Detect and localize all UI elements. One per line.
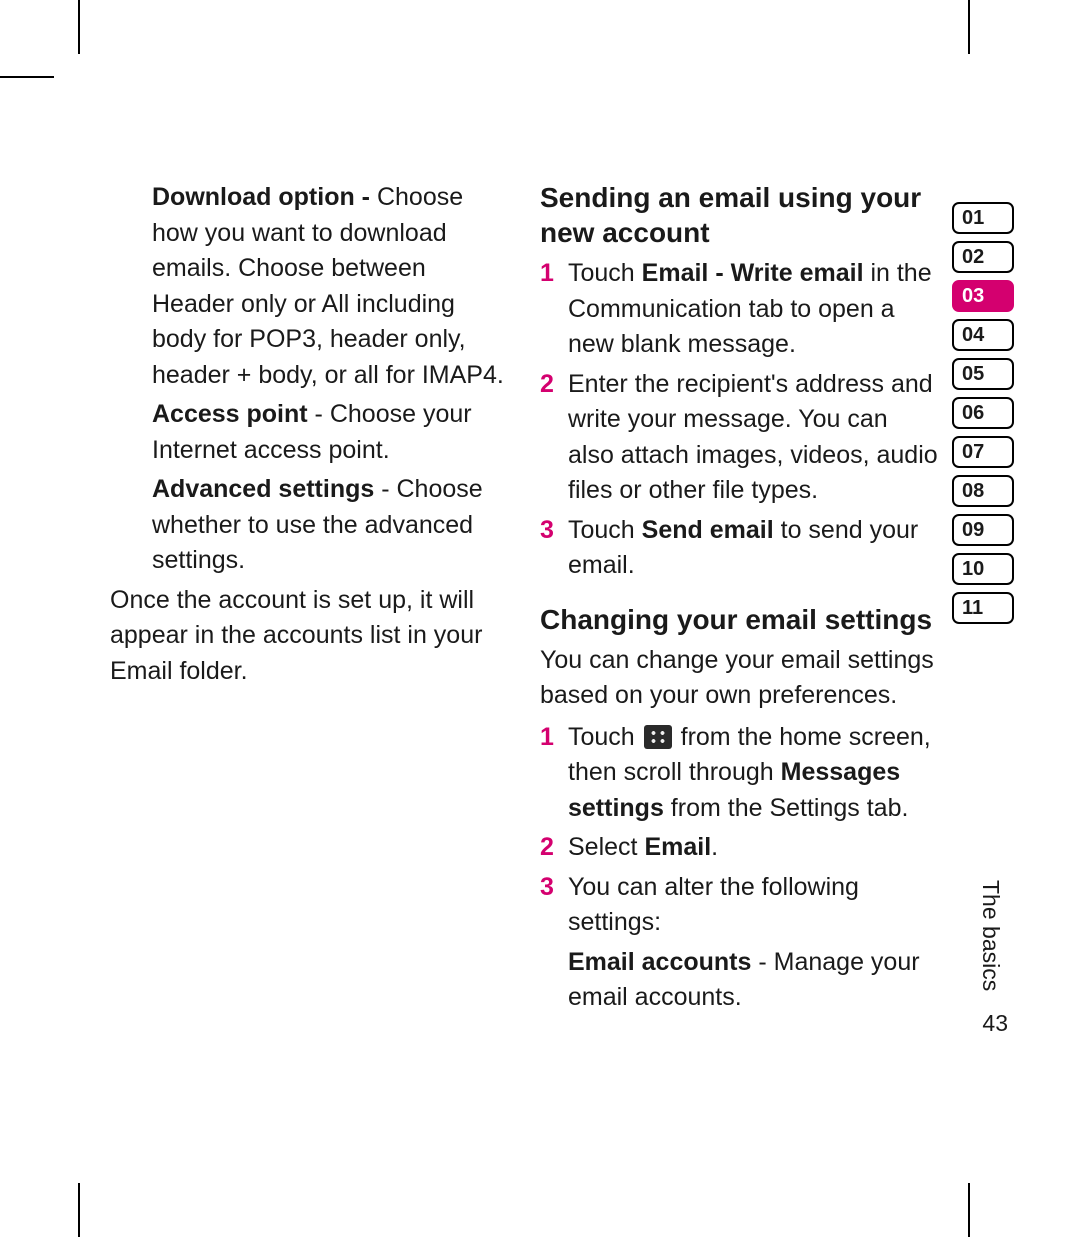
access-point-paragraph: Access point - Choose your Internet acce… xyxy=(110,397,510,468)
crop-mark xyxy=(968,1183,970,1237)
step-item: 3 You can alter the following settings: xyxy=(540,870,940,941)
step-body: Touch from the home screen, then scroll … xyxy=(568,720,940,827)
chapter-tabs: 01 02 03 04 05 06 07 08 09 10 11 xyxy=(952,202,1014,631)
step-item: 2 Select Email. xyxy=(540,830,940,866)
left-column: Download option - Choose how you want to… xyxy=(110,180,510,1016)
chapter-tab-07[interactable]: 07 xyxy=(952,436,1014,468)
step-number: 1 xyxy=(540,720,568,756)
section-heading-sending-email: Sending an email using your new account xyxy=(540,180,940,250)
step-body: Select Email. xyxy=(568,830,940,866)
right-column: Sending an email using your new account … xyxy=(540,180,940,1016)
body-text: . xyxy=(711,833,718,861)
step-number: 3 xyxy=(540,513,568,549)
chapter-tab-11[interactable]: 11 xyxy=(952,592,1014,624)
body-text: Choose how you want to download emails. … xyxy=(152,183,504,389)
crop-mark xyxy=(0,76,54,78)
chapter-tab-02[interactable]: 02 xyxy=(952,241,1014,273)
bold-text: Download option - xyxy=(152,183,377,211)
account-setup-note: Once the account is set up, it will appe… xyxy=(110,583,510,690)
body-text: Touch xyxy=(568,723,642,751)
advanced-settings-paragraph: Advanced settings - Choose whether to us… xyxy=(110,472,510,579)
chapter-tab-06[interactable]: 06 xyxy=(952,397,1014,429)
chapter-tab-10[interactable]: 10 xyxy=(952,553,1014,585)
bold-text: Send email xyxy=(642,516,774,544)
body-text: Touch xyxy=(568,259,642,287)
bold-text: Email - Write email xyxy=(642,259,864,287)
section-side-label: The basics xyxy=(977,880,1004,991)
chapter-tab-03[interactable]: 03 xyxy=(952,280,1014,312)
step-body: Enter the recipient's address and write … xyxy=(568,367,940,509)
step-number: 1 xyxy=(540,256,568,292)
bold-text: Advanced settings xyxy=(152,475,374,503)
step-item: 1 Touch Email - Write email in the Commu… xyxy=(540,256,940,363)
apps-grid-icon xyxy=(644,725,672,749)
step-body: You can alter the following settings: xyxy=(568,870,940,941)
step-number: 3 xyxy=(540,870,568,906)
download-option-paragraph: Download option - Choose how you want to… xyxy=(110,180,510,393)
step-item: 1 Touch from the home screen, then scrol… xyxy=(540,720,940,827)
chapter-tab-04[interactable]: 04 xyxy=(952,319,1014,351)
bold-text: Email accounts xyxy=(568,948,751,976)
step-body: Touch Email - Write email in the Communi… xyxy=(568,256,940,363)
section-intro: You can change your email settings based… xyxy=(540,643,940,714)
chapter-tab-08[interactable]: 08 xyxy=(952,475,1014,507)
step-number: 2 xyxy=(540,830,568,866)
chapter-tab-09[interactable]: 09 xyxy=(952,514,1014,546)
page-number: 43 xyxy=(982,1010,1008,1037)
page-content: Download option - Choose how you want to… xyxy=(110,180,940,1016)
email-accounts-subitem: Email accounts - Manage your email accou… xyxy=(540,945,940,1016)
crop-mark xyxy=(78,0,80,54)
step-body: Touch Send email to send your email. xyxy=(568,513,940,584)
crop-mark xyxy=(968,0,970,54)
section-heading-changing-settings: Changing your email settings xyxy=(540,602,940,637)
body-text: from the Settings tab. xyxy=(664,794,909,822)
chapter-tab-01[interactable]: 01 xyxy=(952,202,1014,234)
step-item: 2 Enter the recipient's address and writ… xyxy=(540,367,940,509)
step-number: 2 xyxy=(540,367,568,403)
body-text: Touch xyxy=(568,516,642,544)
chapter-tab-05[interactable]: 05 xyxy=(952,358,1014,390)
crop-mark xyxy=(78,1183,80,1237)
bold-text: Email xyxy=(644,833,711,861)
bold-text: Access point xyxy=(152,400,308,428)
body-text: Select xyxy=(568,833,644,861)
step-item: 3 Touch Send email to send your email. xyxy=(540,513,940,584)
